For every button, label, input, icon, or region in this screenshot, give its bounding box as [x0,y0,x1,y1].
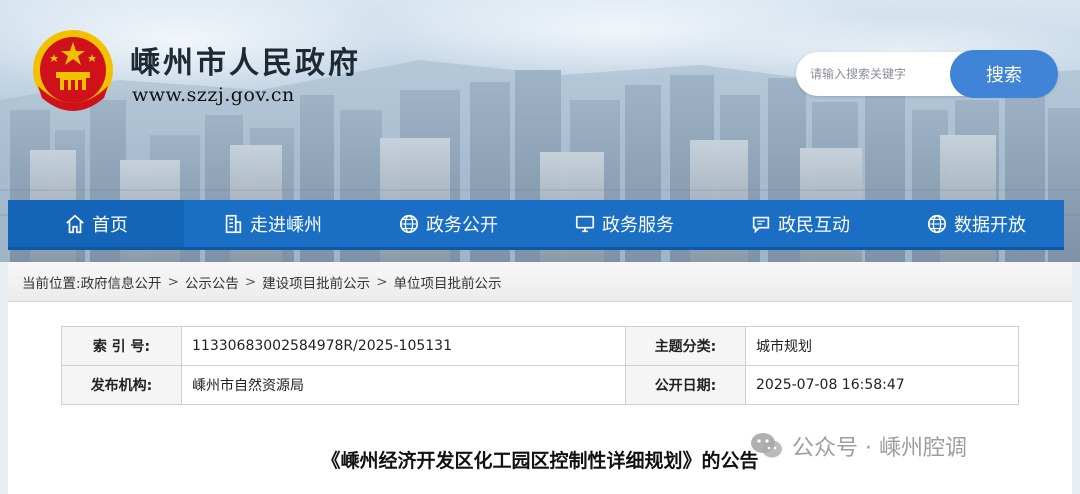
table-row: 索 引 号: 11330683002584978R/2025-105131 主题… [61,326,1019,366]
nav-item-label: 数据开放 [954,214,1026,236]
search-input[interactable] [804,58,954,90]
breadcrumb-separator: > [376,273,388,290]
wechat-icon [750,431,784,461]
globe-icon [926,213,948,235]
breadcrumb-item[interactable]: 单位项目批前公示 [394,272,502,292]
watermark-text: 公众号 · 嵊州腔调 [792,436,967,461]
site-title: 嵊州市人民政府 [130,46,361,81]
breadcrumb-item[interactable]: 政府信息公开 [81,272,162,292]
index-number-value: 11330683002584978R/2025-105131 [181,326,626,366]
breadcrumb: 当前位置: 政府信息公开 > 公示公告 > 建设项目批前公示 > 单位项目批前公… [8,262,1072,302]
breadcrumb-prefix: 当前位置: [22,275,81,292]
nav-item-open-data[interactable]: 数据开放 [888,200,1064,247]
breadcrumb-item[interactable]: 公示公告 [185,272,239,292]
nav-item-label: 首页 [92,214,128,236]
building-icon [222,213,244,235]
chat-icon [750,213,772,235]
document-info-table: 索 引 号: 11330683002584978R/2025-105131 主题… [61,326,1019,405]
breadcrumb-separator: > [244,273,257,290]
nav-item-label: 走进嵊州 [250,214,322,236]
nav-item-public-affairs[interactable]: 政务公开 [360,200,536,247]
nav-item-interaction[interactable]: 政民互动 [712,200,888,247]
index-number-label: 索 引 号: [61,326,182,366]
national-emblem-logo [33,30,113,111]
table-row: 发布机构: 嵊州市自然资源局 公开日期: 2025-07-08 16:58:47 [61,365,1019,405]
nav-item-label: 政务服务 [602,214,674,236]
nav-item-about[interactable]: 走进嵊州 [184,200,360,247]
globe-icon [398,213,420,235]
publish-date-value: 2025-07-08 16:58:47 [745,365,1019,405]
wechat-watermark: 公众号 · 嵊州腔调 [750,430,967,462]
publish-date-label: 公开日期: [625,365,746,405]
publisher-value: 嵊州市自然资源局 [181,365,626,405]
topic-category-value: 城市规划 [745,326,1019,366]
nav-item-services[interactable]: 政务服务 [536,200,712,247]
main-nav: 首页 走进嵊州 政务公开 政务服务 政民互动 数据开放 [8,200,1064,250]
site-url[interactable]: www.szzj.gov.cn [132,84,295,106]
nav-item-home[interactable]: 首页 [8,200,184,247]
home-icon [64,213,86,235]
search-button[interactable]: 搜索 [950,50,1058,98]
breadcrumb-item[interactable]: 建设项目批前公示 [262,272,370,292]
nav-item-label: 政民互动 [778,214,850,236]
breadcrumb-separator: > [167,273,179,290]
topic-category-label: 主题分类: [625,326,746,366]
publisher-label: 发布机构: [61,365,182,405]
monitor-icon [574,213,596,235]
nav-item-label: 政务公开 [426,214,498,236]
